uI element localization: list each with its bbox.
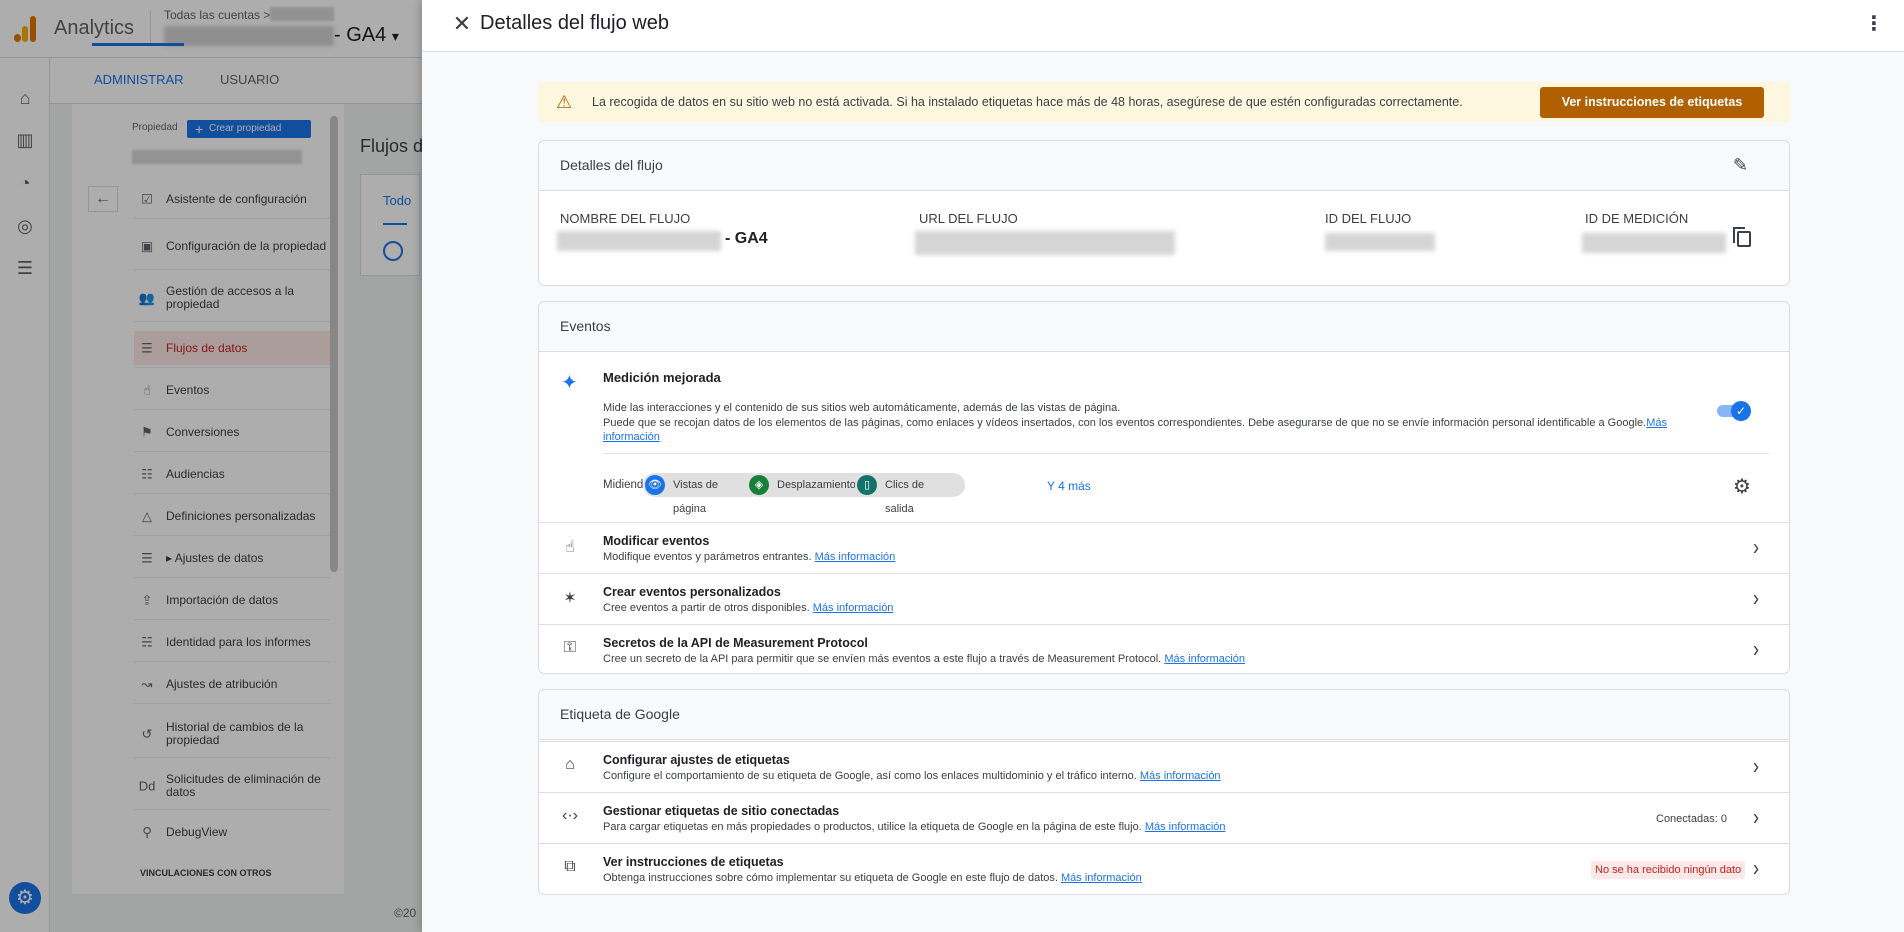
row-title: Secretos de la API de Measurement Protoc… bbox=[603, 636, 868, 650]
divider bbox=[603, 453, 1769, 454]
enhanced-measurement-toggle[interactable]: ✓ bbox=[1717, 401, 1751, 421]
alert-text: La recogida de datos en su sitio web no … bbox=[592, 95, 1463, 109]
events-card: Eventos ✦ Medición mejorada Mide las int… bbox=[538, 301, 1790, 674]
copy-icon[interactable] bbox=[1733, 227, 1751, 247]
row-title: Crear eventos personalizados bbox=[603, 585, 781, 599]
eye-icon: 👁 bbox=[645, 475, 665, 495]
card-title: Etiqueta de Google bbox=[560, 706, 680, 722]
learn-more-link[interactable]: Más información bbox=[1145, 821, 1226, 833]
chip-label: Clics de salida bbox=[885, 479, 925, 515]
row-title: Modificar eventos bbox=[603, 534, 710, 548]
edit-pencil-icon[interactable]: ✎ bbox=[1733, 155, 1748, 176]
view-tag-instructions-button[interactable]: Ver instrucciones de etiquetas bbox=[1540, 87, 1764, 118]
drawer-title: Detalles del flujo web bbox=[480, 12, 669, 34]
learn-more-link[interactable]: Más información bbox=[1140, 770, 1221, 782]
row-description: Cree un secreto de la API para permitir … bbox=[603, 653, 1246, 665]
row-title: Configurar ajustes de etiquetas bbox=[603, 753, 790, 767]
row-description: Configure el comportamiento de su etique… bbox=[603, 770, 1221, 782]
chip-label: Desplazamientos bbox=[777, 479, 862, 491]
google-tag-card: Etiqueta de Google ⌂ Configurar ajustes d… bbox=[538, 689, 1790, 895]
row-code-box[interactable]: ⧉ Ver instrucciones de etiquetas Obtenga i… bbox=[539, 843, 1789, 894]
card-header: Etiqueta de Google bbox=[539, 690, 1789, 740]
drawer-header: ✕ Detalles del flujo web ⋮ bbox=[422, 0, 1904, 52]
row-description: Para cargar etiquetas en más propiedades… bbox=[603, 821, 1226, 833]
close-icon[interactable]: ✕ bbox=[448, 10, 476, 38]
chevron-right-icon[interactable]: › bbox=[1753, 534, 1759, 561]
sparkle-icon: ✦ bbox=[561, 372, 578, 394]
tag-icon: ⌂ bbox=[565, 756, 575, 773]
blurred-stream-name bbox=[557, 231, 721, 251]
row-code[interactable]: ‹·› Gestionar etiquetas de sitio conectad… bbox=[539, 792, 1789, 843]
card-header: Eventos bbox=[539, 302, 1789, 352]
learn-more-link[interactable]: Más información bbox=[1061, 872, 1142, 884]
code-box-icon: ⧉ bbox=[564, 858, 576, 875]
card-title: Detalles del flujo bbox=[560, 157, 663, 173]
row-title: Gestionar etiquetas de sitio conectadas bbox=[603, 804, 840, 818]
chevron-right-icon[interactable]: › bbox=[1753, 753, 1759, 780]
measuring-chip: 👁 Vistas de página bbox=[643, 473, 763, 515]
measurement-id-label: ID DE MEDICIÓN bbox=[1585, 211, 1689, 226]
row-sparkle-click[interactable]: ✶ Crear eventos personalizados Cree evento… bbox=[539, 573, 1789, 624]
and-more-link[interactable]: Y 4 más bbox=[1047, 479, 1091, 493]
touch-icon: ☝ bbox=[565, 539, 575, 556]
code-icon: ‹·› bbox=[562, 807, 578, 824]
row-title: Ver instrucciones de etiquetas bbox=[603, 855, 784, 869]
learn-more-link[interactable]: Más información bbox=[1164, 653, 1245, 665]
data-collection-alert: ⚠ La recogida de datos en su sitio web n… bbox=[538, 82, 1790, 122]
chip-label: Vistas de página bbox=[673, 479, 719, 515]
row-description: Cree eventos a partir de otros disponibl… bbox=[603, 602, 894, 614]
row-tag[interactable]: ⌂ Configurar ajustes de etiquetas Configur… bbox=[539, 741, 1789, 792]
chevron-right-icon[interactable]: › bbox=[1753, 855, 1759, 882]
card-header: Detalles del flujo ✎ bbox=[539, 141, 1789, 191]
status-badge: Conectadas: 0 bbox=[1656, 813, 1727, 825]
settings-gear-icon[interactable]: ⚙ bbox=[1733, 474, 1751, 499]
learn-more-link[interactable]: Más información bbox=[815, 551, 896, 563]
stream-id-label: ID DEL FLUJO bbox=[1325, 211, 1412, 226]
chevron-right-icon[interactable]: › bbox=[1753, 585, 1759, 612]
stream-url-label: URL DEL FLUJO bbox=[919, 211, 1018, 226]
chevron-right-icon[interactable]: › bbox=[1753, 804, 1759, 831]
mouse-icon: ▯ bbox=[857, 475, 877, 495]
row-key[interactable]: ⚿ Secretos de la API de Measurement Proto… bbox=[539, 624, 1789, 675]
learn-more-link[interactable]: Más información bbox=[813, 602, 894, 614]
enhanced-measurement-notice: Puede que se recojan datos de los elemen… bbox=[603, 417, 1667, 443]
warning-icon: ⚠ bbox=[556, 92, 573, 112]
blurred-stream-id bbox=[1325, 233, 1435, 251]
measuring-chip: ▯ Clics de salida bbox=[855, 473, 965, 515]
sparkle-click-icon: ✶ bbox=[563, 590, 577, 607]
status-badge: No se ha recibido ningún dato bbox=[1591, 861, 1746, 879]
row-description: Modifique eventos y parámetros entrantes… bbox=[603, 551, 896, 563]
web-stream-details-drawer: ✕ Detalles del flujo web ⋮ ⚠ La recogida… bbox=[422, 0, 1904, 932]
stream-details-card: Detalles del flujo ✎ NOMBRE DEL FLUJO - … bbox=[538, 140, 1790, 286]
stream-name-value: - GA4 bbox=[725, 230, 768, 247]
check-icon: ✓ bbox=[1731, 401, 1751, 421]
scroll-icon: ◈ bbox=[749, 475, 769, 495]
blurred-measurement-id bbox=[1582, 233, 1726, 253]
blurred-stream-url bbox=[915, 231, 1175, 255]
more-vert-icon[interactable]: ⋮ bbox=[1864, 10, 1884, 38]
enhanced-measurement-title: Medición mejorada bbox=[603, 370, 721, 385]
row-description: Obtenga instrucciones sobre cómo impleme… bbox=[603, 872, 1142, 884]
stream-name-label: NOMBRE DEL FLUJO bbox=[560, 211, 691, 226]
enhanced-measurement-description: Mide las interacciones y el contenido de… bbox=[603, 402, 1121, 414]
row-touch[interactable]: ☝ Modificar eventos Modifique eventos y pa… bbox=[539, 522, 1789, 573]
chevron-right-icon[interactable]: › bbox=[1753, 636, 1759, 663]
card-title: Eventos bbox=[560, 318, 611, 334]
key-icon: ⚿ bbox=[563, 639, 577, 656]
